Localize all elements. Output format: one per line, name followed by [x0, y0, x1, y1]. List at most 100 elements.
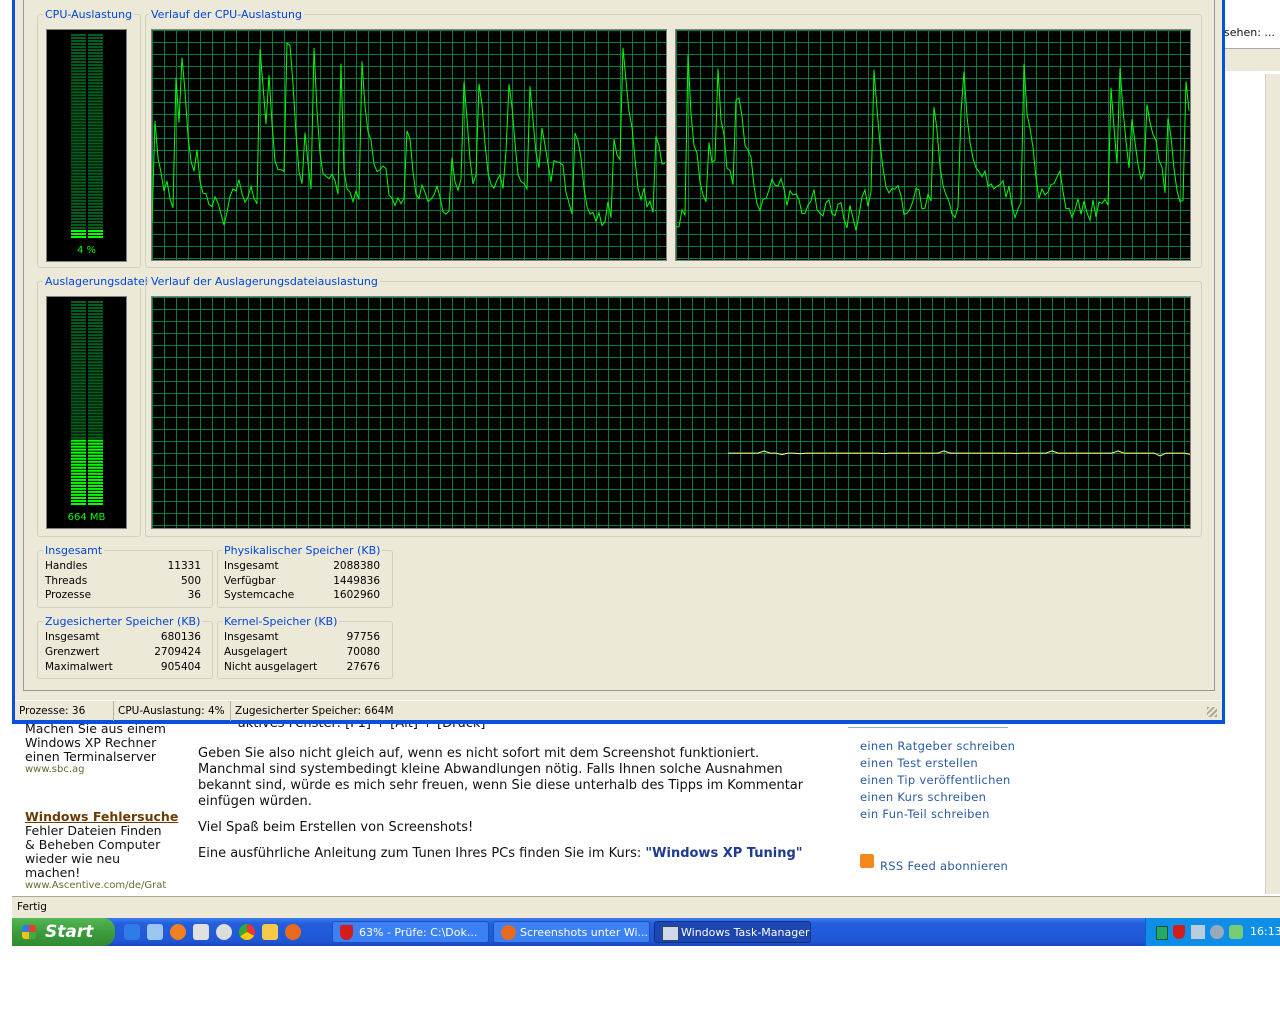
internet-explorer-icon[interactable] [124, 924, 140, 940]
pagefile-meter-segment [88, 391, 103, 394]
browser-scrollbar[interactable] [1265, 74, 1280, 894]
side-link-test[interactable]: einen Test erstellen [860, 756, 978, 770]
flame-icon[interactable] [170, 924, 186, 940]
pagefile-meter-segment [71, 403, 86, 406]
cpu-meter-segment [88, 34, 103, 36]
cpu-meter-segment [71, 142, 86, 145]
chrome-icon[interactable] [239, 924, 255, 940]
cpu-meter-segment [71, 166, 86, 169]
pagefile-meter-segment [88, 382, 103, 385]
printer-icon[interactable] [193, 924, 209, 940]
pagefile-meter-segment [88, 364, 103, 367]
cpu-meter-segment [71, 127, 86, 130]
cpu-meter-segment [88, 160, 103, 163]
article-paragraph-2: Viel Spaß beim Erstellen von Screenshots… [198, 820, 474, 835]
cpu-meter-segment [88, 112, 103, 115]
totals-processes-value: 36 [187, 589, 201, 601]
cpu-meter-segment [88, 169, 103, 172]
pagefile-meter-segment [88, 313, 103, 316]
pagefile-meter-segment [88, 457, 103, 460]
update-tray-icon[interactable] [1229, 925, 1243, 939]
clock-app-icon[interactable] [262, 924, 278, 940]
pagefile-meter: 664 MB [46, 296, 127, 529]
cpu-meter-segment [88, 94, 103, 97]
cpu-meter-segment [71, 46, 86, 49]
side-link-ratgeber[interactable]: einen Ratgeber schreiben [860, 739, 1015, 753]
taskbar-button-firefox[interactable]: Screenshots unter Wi... [493, 921, 650, 943]
side-link-tip[interactable]: einen Tip veröffentlichen [860, 773, 1011, 787]
rss-link[interactable]: RSS Feed abonnieren [880, 859, 1008, 873]
cpu-meter-segment [71, 70, 86, 73]
volume-tray-icon[interactable] [1210, 925, 1224, 939]
pagefile-meter-segment [71, 463, 86, 466]
cpu-meter-segment [71, 214, 86, 217]
taskmanager-icon [662, 926, 679, 941]
pagefile-meter-segment [71, 313, 86, 316]
cpu-history-series [676, 54, 1190, 231]
cpu-meter-segment [71, 178, 86, 181]
side-link-kurs[interactable]: einen Kurs schreiben [860, 790, 986, 804]
cpu-meter-segment [71, 208, 86, 211]
cpu-meter-segment [71, 130, 86, 133]
cpu-meter-segment [88, 148, 103, 151]
article-paragraph-3: Eine ausführliche Anleitung zum Tunen Ih… [198, 846, 803, 861]
cpu-meter-segment [71, 103, 86, 106]
windows-logo-icon [22, 925, 36, 939]
cpu-meter-segment [88, 49, 103, 52]
cpu-history-graph-core-2 [675, 29, 1191, 261]
pagefile-meter-segment [71, 475, 86, 478]
cpu-meter-segment [71, 236, 86, 238]
cpu-meter-segment [88, 136, 103, 139]
cpu-meter-segment [88, 202, 103, 205]
ad2-title[interactable]: Windows Fehlersuche [25, 809, 178, 824]
cpu-history-graph-core-1 [151, 29, 667, 261]
ad-url[interactable]: www.sbc.ag [25, 764, 85, 775]
cpu-meter-segment [88, 46, 103, 49]
pagefile-history-series [728, 450, 1190, 457]
cpu-meter-segment [71, 121, 86, 124]
cpu-meter-segment [88, 220, 103, 223]
cpu-meter-segment [71, 91, 86, 94]
pagefile-meter-segment [88, 442, 103, 445]
pagefile-meter-segment [71, 370, 86, 373]
pagefile-meter-segment [71, 397, 86, 400]
media-icon[interactable] [216, 924, 232, 940]
taskbar-button-antivirus[interactable]: 63% - Prüfe: C:\Dok... [332, 921, 489, 943]
cpu-meter-segment [71, 230, 86, 232]
ad2-url[interactable]: www.Ascentive.com/de/Grat [25, 880, 166, 891]
taskbar-button-taskmanager[interactable]: Windows Task-Manager [654, 921, 811, 943]
cpu-meter-segment [88, 58, 103, 61]
cpu-meter-segment [71, 85, 86, 88]
pagefile-meter-segment [88, 376, 103, 379]
taskmanager-tray-icon[interactable] [1156, 926, 1168, 940]
windows-xp-tuning-link[interactable]: "Windows XP Tuning" [645, 846, 802, 861]
pagefile-meter-segment [88, 316, 103, 319]
pagefile-meter-segment [88, 328, 103, 331]
kernel-nonpaged-value: 27676 [346, 661, 380, 673]
resize-grip[interactable] [1207, 707, 1217, 717]
pagefile-history-line [728, 450, 1190, 457]
cpu-meter-segment [88, 100, 103, 103]
firefox-icon [501, 925, 516, 940]
cpu-meter-segment [88, 190, 103, 193]
pagefile-meter-segment [71, 382, 86, 385]
pagefile-meter-segment [88, 475, 103, 478]
pagefile-meter-segment [71, 328, 86, 331]
network-tray-icon[interactable] [1191, 925, 1205, 939]
pagefile-meter-segment [71, 325, 86, 328]
rss-icon[interactable] [860, 854, 874, 868]
status-processes: Prozesse: 36 [15, 701, 114, 721]
firefox-quicklaunch-icon[interactable] [285, 924, 301, 940]
pagefile-meter-segment [88, 409, 103, 412]
start-button[interactable]: Start [12, 918, 115, 946]
quicklaunch-app-icon[interactable] [147, 924, 163, 940]
cpu-meter-segment [88, 214, 103, 217]
cpu-meter-segment [88, 230, 103, 232]
side-link-fun[interactable]: ein Fun-Teil schreiben [860, 807, 990, 821]
pagefile-meter-segment [71, 448, 86, 451]
antivirus-tray-icon[interactable] [1173, 925, 1185, 939]
cpu-meter-segment [71, 133, 86, 136]
cpu-meter-segment [88, 175, 103, 178]
pagefile-meter-segment [88, 343, 103, 346]
pagefile-meter-segment [88, 454, 103, 457]
